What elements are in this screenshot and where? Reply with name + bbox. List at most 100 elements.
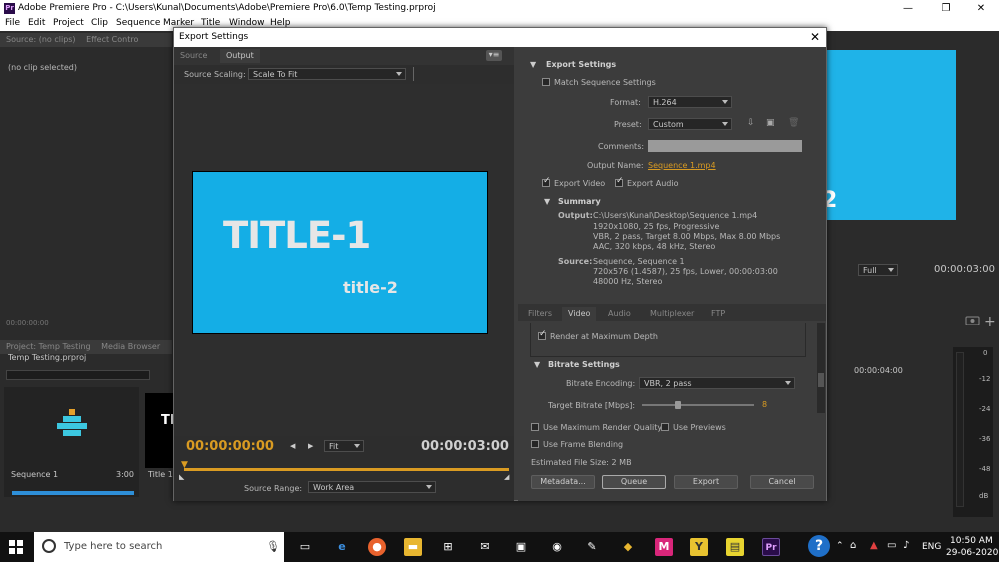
tab-media-browser[interactable]: Media Browser bbox=[101, 342, 160, 351]
collapse-export-settings-icon[interactable]: ▼ bbox=[530, 60, 536, 69]
settings-scrollbar[interactable] bbox=[817, 323, 825, 413]
work-area-bar[interactable] bbox=[184, 468, 509, 471]
preset-label: Preset: bbox=[614, 120, 642, 129]
source-scaling-select[interactable]: Scale To Fit bbox=[248, 68, 406, 80]
tab-source-monitor[interactable]: Source: (no clips) bbox=[6, 35, 76, 44]
slider-thumb[interactable] bbox=[675, 401, 681, 409]
clock-time[interactable]: 10:50 AM bbox=[950, 536, 993, 546]
mark-in-icon[interactable]: ◀ bbox=[290, 442, 295, 450]
help-icon[interactable]: ? bbox=[808, 535, 830, 557]
camera-icon[interactable] bbox=[964, 315, 982, 326]
sticky-notes-icon[interactable]: ▤ bbox=[726, 538, 744, 556]
search-icon bbox=[42, 539, 56, 553]
preset-select[interactable]: Custom bbox=[648, 118, 732, 130]
output-name-link[interactable]: Sequence 1.mp4 bbox=[648, 161, 716, 170]
source-range-select[interactable]: Work Area bbox=[308, 481, 436, 493]
tray-icon-b[interactable]: ▲ bbox=[870, 540, 878, 551]
paint-icon[interactable]: ✎ bbox=[583, 538, 601, 556]
target-bitrate-slider[interactable] bbox=[642, 401, 754, 409]
language-indicator[interactable]: ENG bbox=[922, 542, 941, 552]
tab-video[interactable]: Video bbox=[562, 307, 597, 321]
tab-source[interactable]: Source bbox=[174, 49, 213, 63]
use-previews-checkbox[interactable] bbox=[661, 423, 669, 431]
firefox-icon[interactable]: ● bbox=[368, 538, 386, 556]
collapse-bitrate-icon[interactable]: ▼ bbox=[534, 360, 540, 369]
playhead-icon[interactable]: ▼ bbox=[181, 460, 188, 470]
close-button[interactable]: ✕ bbox=[963, 0, 999, 17]
menu-project[interactable]: Project bbox=[53, 18, 84, 28]
collapse-summary-icon[interactable]: ▼ bbox=[544, 197, 550, 206]
network-icon[interactable]: ▭ bbox=[887, 540, 896, 551]
vlc-icon[interactable]: ◆ bbox=[619, 538, 637, 556]
windows-start-icon[interactable] bbox=[9, 540, 23, 554]
cancel-button[interactable]: Cancel bbox=[750, 475, 814, 489]
metadata-button[interactable]: Metadata... bbox=[531, 475, 595, 489]
project-panel-tabs: Project: Temp Testing Media Browser bbox=[0, 340, 172, 354]
photos-icon[interactable]: ▣ bbox=[512, 538, 530, 556]
render-max-depth-checkbox[interactable] bbox=[538, 329, 547, 340]
menu-sequence[interactable]: Sequence bbox=[116, 18, 160, 28]
clock-date[interactable]: 29-06-2020 bbox=[946, 548, 998, 558]
menu-edit[interactable]: Edit bbox=[28, 18, 45, 28]
premiere-app-icon: Pr bbox=[4, 3, 15, 14]
max-render-quality-checkbox[interactable] bbox=[531, 423, 539, 431]
comments-input[interactable] bbox=[648, 140, 802, 152]
edge-icon[interactable]: e bbox=[333, 538, 351, 556]
export-video-checkbox[interactable] bbox=[542, 176, 551, 187]
tray-overflow-icon[interactable]: ⌃ bbox=[836, 541, 844, 551]
queue-button[interactable]: Queue bbox=[602, 475, 666, 489]
microphone-icon[interactable]: 🎙 bbox=[266, 540, 280, 553]
tab-output[interactable]: Output bbox=[220, 49, 260, 63]
volume-icon[interactable]: ♪ bbox=[903, 540, 909, 551]
taskbar-search-box[interactable]: Type here to search 🎙 bbox=[34, 532, 284, 562]
panel-menu-icon[interactable]: ▾≡ bbox=[486, 50, 502, 61]
meter-label-0: 0 bbox=[983, 349, 988, 357]
scrollbar-thumb[interactable] bbox=[818, 373, 824, 387]
target-bitrate-value[interactable]: 8 bbox=[762, 400, 767, 409]
mail-icon[interactable]: ✉ bbox=[476, 538, 494, 556]
range-start-handle[interactable]: ◣ bbox=[179, 473, 184, 481]
tray-icon-a[interactable]: ⌂ bbox=[850, 540, 856, 551]
menu-file[interactable]: File bbox=[5, 18, 20, 28]
project-search-input[interactable] bbox=[6, 370, 150, 380]
tab-project[interactable]: Project: Temp Testing bbox=[6, 342, 91, 351]
sequence-duration: 3:00 bbox=[116, 470, 134, 479]
format-select[interactable]: H.264 bbox=[648, 96, 732, 108]
dialog-close-icon[interactable]: ✕ bbox=[810, 30, 820, 44]
frame-blending-checkbox[interactable] bbox=[531, 440, 539, 448]
tab-filters[interactable]: Filters bbox=[522, 307, 558, 321]
save-preset-icon[interactable]: ⇩ bbox=[747, 118, 755, 128]
summary-output-line-3: VBR, 2 pass, Target 8.00 Mbps, Max 8.00 … bbox=[593, 232, 781, 241]
title-thumbnail[interactable]: TI bbox=[145, 393, 175, 468]
meter-label-24: -24 bbox=[979, 405, 991, 413]
premiere-taskbar-icon[interactable]: Pr bbox=[762, 538, 780, 556]
range-end-handle[interactable]: ◢ bbox=[504, 473, 509, 481]
mark-out-icon[interactable]: ▶ bbox=[308, 442, 313, 450]
summary-source-line-2: 720x576 (1.4587), 25 fps, Lower, 00:00:0… bbox=[593, 267, 778, 276]
menu-clip[interactable]: Clip bbox=[91, 18, 108, 28]
tab-audio[interactable]: Audio bbox=[602, 307, 637, 321]
export-button[interactable]: Export bbox=[674, 475, 738, 489]
file-explorer-icon[interactable]: ▬ bbox=[404, 538, 422, 556]
y-app-icon[interactable]: Y bbox=[690, 538, 708, 556]
maximize-button[interactable]: ❐ bbox=[928, 0, 964, 17]
delete-preset-icon[interactable]: 🗑 bbox=[788, 118, 799, 128]
match-sequence-checkbox[interactable] bbox=[542, 78, 550, 86]
preview-title-1: TITLE-1 bbox=[223, 214, 371, 257]
chrome-icon[interactable]: ◉ bbox=[548, 538, 566, 556]
tab-ftp[interactable]: FTP bbox=[705, 307, 731, 321]
tab-effect-controls[interactable]: Effect Contro bbox=[86, 35, 138, 44]
task-view-icon[interactable]: ▭ bbox=[296, 538, 314, 556]
tab-multiplexer[interactable]: Multiplexer bbox=[644, 307, 700, 321]
minimize-button[interactable]: — bbox=[890, 0, 926, 17]
program-zoom-select[interactable]: Full bbox=[858, 264, 898, 276]
import-preset-icon[interactable]: ▣ bbox=[766, 118, 775, 128]
m-app-icon[interactable]: M bbox=[655, 538, 673, 556]
store-icon[interactable]: ⊞ bbox=[439, 538, 457, 556]
add-button-icon[interactable]: + bbox=[984, 314, 996, 330]
bitrate-encoding-select[interactable]: VBR, 2 pass bbox=[639, 377, 795, 389]
export-audio-checkbox[interactable] bbox=[615, 176, 624, 187]
timecode-in[interactable]: 00:00:00:00 bbox=[186, 439, 274, 454]
sequence-thumbnail[interactable]: Sequence 1 3:00 bbox=[4, 387, 139, 497]
fit-select[interactable]: Fit bbox=[324, 440, 364, 452]
